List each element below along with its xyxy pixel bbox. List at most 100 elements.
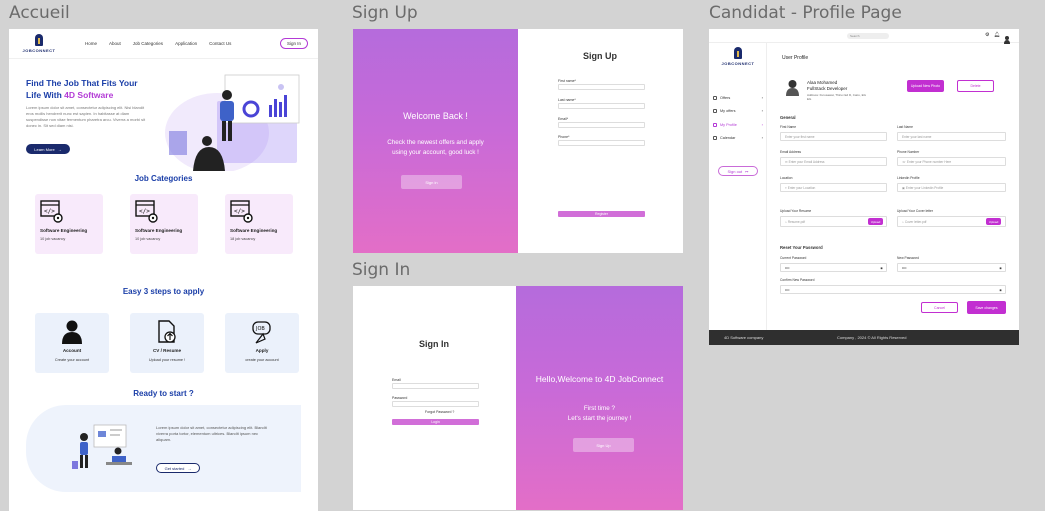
email-label: Email Address [780,150,802,154]
svg-text:JOB: JOB [255,326,265,332]
code-settings-icon: </> [135,200,158,223]
step-subtitle: create your account [245,358,279,362]
eye-icon[interactable]: ◉ [999,286,1002,295]
first-name-input[interactable]: Enter your first name [780,132,887,141]
sidebar-item-my-profile[interactable]: My Profile › [713,122,763,127]
page-title: User Profile [782,55,809,61]
goto-signin-button[interactable]: Sign in [401,175,462,189]
team-illustration [72,424,132,469]
nav-link-contact[interactable]: Contact Us [209,41,231,46]
login-button[interactable]: Login [392,419,479,425]
signin-password-field[interactable] [392,401,479,407]
search-input[interactable]: Search [847,33,889,39]
current-password-input[interactable]: •••• ◉ [780,263,887,272]
hero-title: Find The Job That Fits Your Life With 4D… [26,77,166,101]
upload-doc-icon [158,320,176,343]
email-label: Email* [558,117,569,121]
nav-link-home[interactable]: Home [85,41,97,46]
signin-frame: Sign In Email Password Forgot Password ?… [353,286,683,510]
ready-title: Ready to start ? [133,389,194,398]
upload-resume-button[interactable]: Upload [868,218,883,225]
footer-copyright: Company , 2024 © All Rights Reserved [837,335,907,340]
cover-letter-filename: Cover letter.pdf [904,220,927,224]
svg-text:</>: </> [44,208,55,215]
signup-title: Sign Up [583,51,617,61]
learn-more-button[interactable]: Learn More → [26,144,70,154]
sidebar-item-calendar[interactable]: Calendar › [713,135,763,140]
signin-email-field[interactable] [392,383,479,389]
eye-icon[interactable]: ◉ [999,264,1002,273]
sidebar-item-my-offers[interactable]: My offers › [713,108,763,113]
eye-icon[interactable]: ◉ [880,264,883,273]
email-placeholder: Enter your Email Address [788,160,825,164]
signin-password-label: Password [392,396,408,400]
logo[interactable]: JOBCONNECT [19,34,59,53]
category-card[interactable]: </> Software Engineering 10 job vacancy [130,194,198,254]
avatar-icon[interactable] [1004,31,1010,49]
search-placeholder: Search [850,34,860,38]
delete-photo-button[interactable]: Delete [957,80,994,92]
hero-illustration [165,74,300,171]
step-card-apply[interactable]: JOB Apply create your account [225,313,299,373]
nav-signin-button[interactable]: Sign In [279,38,308,49]
confirm-password-input[interactable]: •••• ◉ [780,285,1006,294]
category-card[interactable]: </> Software Engineering 10 job vacancy [35,194,103,254]
category-vacancy: 10 job vacancy [135,237,161,241]
nav-link-about[interactable]: About [109,41,121,46]
forgot-password-link[interactable]: Forgot Password ? [425,410,454,414]
welcome-subtitle-line1: Check the newest offers and apply [387,139,484,146]
location-input[interactable]: ⌖ Enter your Location [780,183,887,192]
bell-icon[interactable]: 🔔︎ [994,32,1000,38]
ready-text: Lorem ipsum dolor sit amet, consectetur … [156,425,267,442]
phone-input[interactable]: ☏ Enter your Phone number Here [897,157,1006,166]
new-password-label: New Password [897,256,919,260]
signin-email-label: Email [392,378,401,382]
linkedin-input[interactable]: ▣ Enter your Linkedin Profile [897,183,1006,192]
goto-signup-button[interactable]: Sign Up [573,438,634,452]
confirm-password-label: Confirm New Password [780,278,815,282]
nav-link-job-categories[interactable]: Job Categories [133,41,163,46]
welcome-subtitle: Check the newest offers and apply using … [353,138,518,158]
signout-button[interactable]: Sign out ↦ [718,166,758,176]
chevron-right-icon: › [761,122,763,127]
accueil-frame: JOBCONNECT Home About Job Categories App… [9,29,318,511]
sidebar-item-label: Offers [720,95,731,100]
user-avatar [786,80,799,96]
phone-field[interactable] [558,140,645,146]
settings-icon[interactable]: ⚙ [985,32,989,38]
frame-label-candidat: Candidat - Profile Page [709,3,902,23]
step-card-account[interactable]: Account Create your account [35,313,109,373]
user-address: Address: Furusawat, Thiruv Ed D, Cairo, … [807,93,866,97]
new-password-value: •••• [902,266,907,270]
logout-icon: ↦ [745,168,749,174]
phone-label: Phone* [558,135,570,139]
general-section-title: General [780,115,796,120]
hero-title-line1: Find The Job That Fits Your [26,78,138,88]
step-card-resume[interactable]: CV / Resume Upload your resume ! [130,313,204,373]
category-vacancy: 18 job vacancy [230,237,256,241]
sidebar-item-label: My offers [720,108,736,113]
phone-label: Phone Number [897,150,920,154]
get-started-button[interactable]: Get started → [156,463,200,473]
sidebar-logo[interactable]: JOBCONNECT [718,47,758,66]
cancel-button[interactable]: Cancel [921,302,958,313]
frame-label-signup: Sign Up [352,3,418,23]
last-name-input[interactable]: Enter your last name [897,132,1006,141]
register-button[interactable]: Register [558,211,645,217]
nav-link-application[interactable]: Application [175,41,197,46]
upload-photo-button[interactable]: Upload New Photo [907,80,944,92]
first-name-field[interactable] [558,84,645,90]
last-name-field[interactable] [558,103,645,109]
new-password-input[interactable]: •••• ◉ [897,263,1006,272]
first-name-label: First name* [558,79,576,83]
email-field[interactable] [558,122,645,128]
upload-cover-button[interactable]: Upload [986,218,1001,225]
ready-section: Lorem ipsum dolor sit amet, consectetur … [26,405,301,492]
email-input[interactable]: ✉ Enter your Email Address [780,157,887,166]
category-card[interactable]: </> Software Engineering 18 job vacancy [225,194,293,254]
cover-letter-label: Upload Your Cover letter [897,209,933,213]
step-subtitle: Create your account [54,358,90,362]
save-changes-button[interactable]: Save changes [967,301,1006,314]
sidebar-item-offers[interactable]: Offers › [713,95,763,100]
hero-text: Lorem ipsum dolor sit amet, consectetur … [26,105,146,128]
